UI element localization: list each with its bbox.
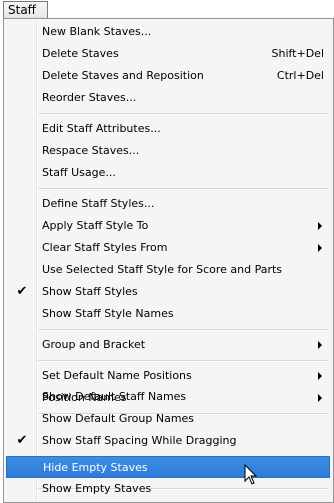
submenu-arrow-icon bbox=[318, 341, 322, 349]
menu-item-hide-empty-staves[interactable]: Hide Empty Staves bbox=[6, 456, 330, 478]
checkmark-icon: ✔ bbox=[16, 433, 28, 448]
menu-item-group-and-bracket[interactable]: Group and Bracket bbox=[6, 334, 330, 356]
menu-item-label: Apply Staff Style To bbox=[42, 219, 149, 232]
menu-item-label: Edit Staff Attributes... bbox=[42, 122, 161, 135]
menu-separator bbox=[38, 113, 328, 115]
menu-item-new-blank-staves[interactable]: New Blank Staves... bbox=[6, 21, 330, 43]
menu-separator bbox=[38, 188, 328, 190]
menu-item-label: Reorder Staves... bbox=[42, 91, 137, 104]
checkmark-icon: ✔ bbox=[16, 284, 28, 299]
menu-item-set-default-name-positions[interactable]: Set Default Name Positions bbox=[6, 365, 330, 387]
menu-item-label: Staff Usage... bbox=[42, 166, 116, 179]
staff-menu-title[interactable]: Staff bbox=[3, 1, 48, 19]
menu-item-label: Show Staff Styles bbox=[42, 285, 138, 298]
menu-item-label: Clear Staff Styles From bbox=[42, 241, 168, 254]
menu-item-define-staff-styles[interactable]: Define Staff Styles... bbox=[6, 193, 330, 215]
menu-item-label: Show Default Staff Names bbox=[42, 390, 187, 403]
menu-item-label: Hide Empty Staves bbox=[43, 461, 148, 474]
menu-item-label: Use Selected Staff Style for Score and P… bbox=[42, 263, 283, 276]
menu-item-reorder-staves[interactable]: Reorder Staves... bbox=[6, 87, 330, 109]
menu-item-show-default-group-names[interactable]: Show Default Group Names bbox=[6, 408, 330, 430]
menu-item-edit-staff-attributes[interactable]: Edit Staff Attributes... bbox=[6, 118, 330, 140]
menu-item-delete-staves-reposition[interactable]: Delete Staves and Reposition Ctrl+Del bbox=[6, 65, 330, 87]
menu-item-apply-staff-style-to[interactable]: Apply Staff Style To bbox=[6, 215, 330, 237]
menu-item-shortcut: Ctrl+Del bbox=[276, 69, 324, 82]
staff-dropdown-menu: New Blank Staves... Delete Staves Shift+… bbox=[3, 18, 334, 503]
submenu-arrow-icon bbox=[318, 244, 322, 252]
menu-item-label: Respace Staves... bbox=[42, 144, 140, 157]
menu-item-label: Group and Bracket bbox=[42, 338, 146, 351]
menu-item-show-empty-staves[interactable]: Show Empty Staves bbox=[6, 478, 330, 500]
menu-item-clear-staff-styles-from[interactable]: Clear Staff Styles From bbox=[6, 237, 330, 259]
menu-item-label: Delete Staves bbox=[42, 47, 119, 60]
menu-item-show-staff-styles[interactable]: ✔ Show Staff Styles bbox=[6, 281, 330, 303]
menu-item-label: Delete Staves and Reposition bbox=[42, 69, 204, 82]
menu-item-label: Show Staff Spacing While Dragging bbox=[42, 434, 237, 447]
submenu-arrow-icon bbox=[318, 222, 322, 230]
menu-item-label: Show Staff Style Names bbox=[42, 307, 174, 320]
menu-item-show-default-staff-names[interactable]: Show Default Staff Names bbox=[6, 386, 330, 408]
menu-item-show-staff-spacing-while-dragging[interactable]: ✔ Show Staff Spacing While Dragging bbox=[6, 430, 330, 452]
menu-separator bbox=[38, 329, 328, 331]
menu-item-label: Show Empty Staves bbox=[42, 482, 152, 495]
menu-item-label: Show Default Group Names bbox=[42, 412, 195, 425]
menu-item-label: Define Staff Styles... bbox=[42, 197, 155, 210]
menu-item-respace-staves[interactable]: Respace Staves... bbox=[6, 140, 330, 162]
mouse-pointer-icon bbox=[244, 464, 258, 485]
menu-item-use-selected-staff-style[interactable]: Use Selected Staff Style for Score and P… bbox=[6, 259, 330, 281]
menu-item-staff-usage[interactable]: Staff Usage... bbox=[6, 162, 330, 184]
menu-item-delete-staves[interactable]: Delete Staves Shift+Del bbox=[6, 43, 330, 65]
menu-item-label: Set Default Name Positions bbox=[42, 369, 192, 382]
menu-item-label: New Blank Staves... bbox=[42, 25, 152, 38]
menu-separator bbox=[38, 360, 328, 362]
menu-item-show-staff-style-names[interactable]: Show Staff Style Names bbox=[6, 303, 330, 325]
menu-item-shortcut: Shift+Del bbox=[271, 47, 324, 60]
submenu-arrow-icon bbox=[318, 372, 322, 380]
